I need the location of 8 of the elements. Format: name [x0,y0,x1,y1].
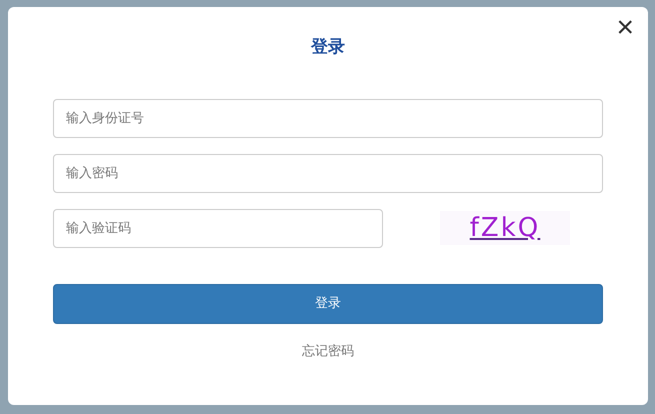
captcha-field[interactable]: 输入验证码 [53,208,383,248]
forgot-password-link[interactable]: 忘记密码 [302,342,354,361]
captcha-image[interactable]: fZkQ [440,211,570,245]
input-field[interactable]: 输入身份证号 [53,98,603,138]
dialog-title: 登录 [311,36,345,59]
close-button[interactable]: × [616,13,634,43]
login-button[interactable]: 登录 [53,284,603,324]
input-field[interactable]: 输入密码 [53,154,603,192]
